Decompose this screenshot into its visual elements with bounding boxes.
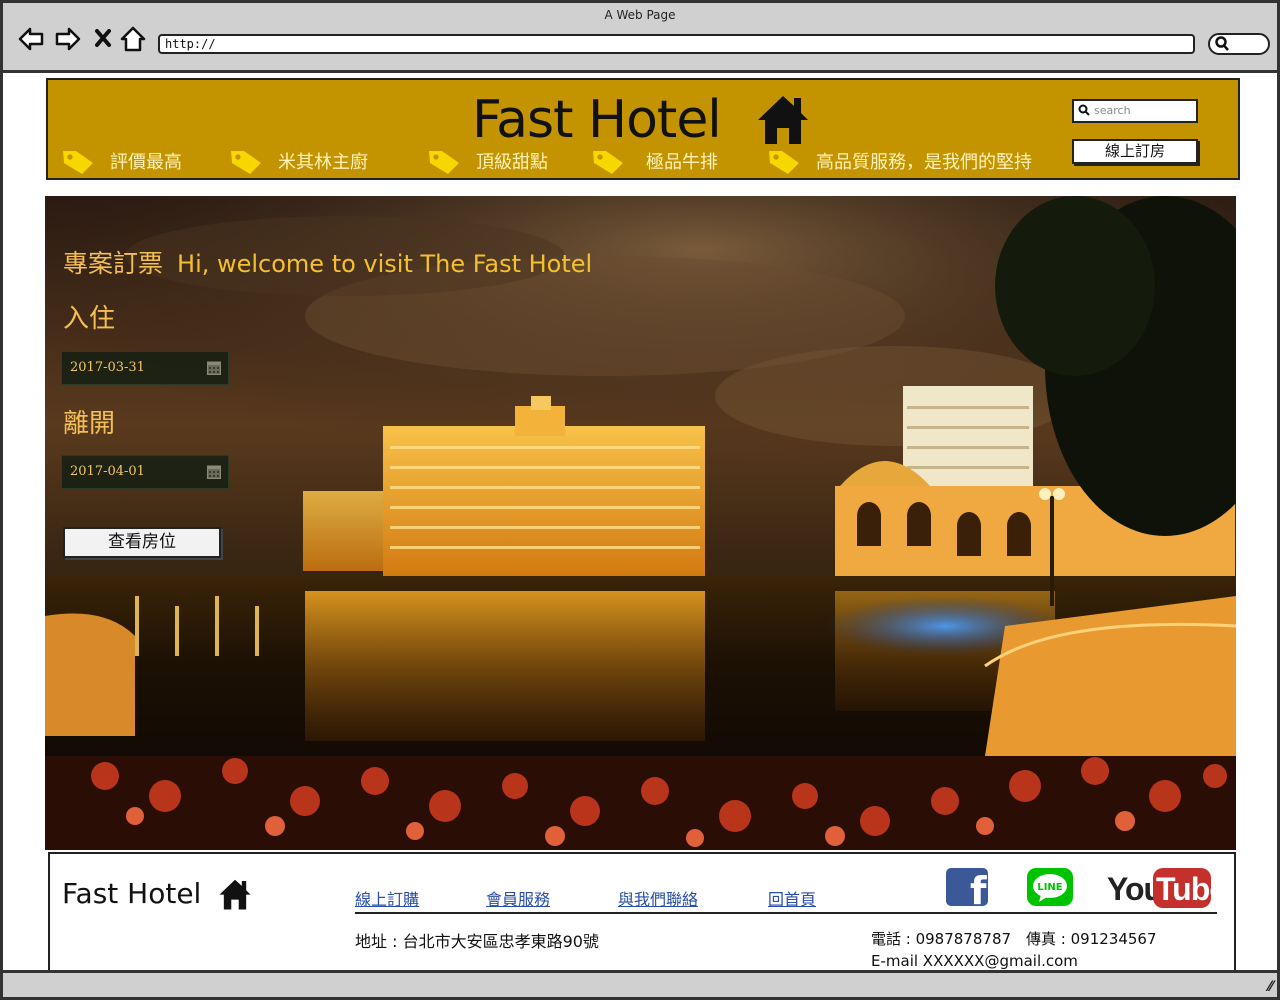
checkout-date-value: 2017-04-01	[70, 464, 145, 479]
address-bar[interactable]: http://	[158, 34, 1195, 54]
checkout-date-field[interactable]: 2017-04-01	[61, 455, 229, 489]
browser-window: A Web Page http:// Fast Hotel 評價最高 米其林主廚…	[0, 0, 1280, 1000]
footer-logo-text[interactable]: Fast Hotel	[62, 877, 201, 910]
youtube-tube-text: Tube	[1156, 871, 1211, 907]
nav-item-steak[interactable]: 極品牛排	[590, 146, 718, 176]
window-title: A Web Page	[604, 8, 676, 22]
nav-label: 極品牛排	[646, 152, 718, 173]
footer-email: E-mail XXXXXX@gmail.com	[871, 952, 1078, 970]
check-availability-button[interactable]: 查看房位	[63, 527, 221, 558]
browser-status-bar: ⁄⁄	[3, 970, 1277, 997]
nav-item-top-rated[interactable]: 評價最高	[60, 146, 182, 176]
browser-toolbar: A Web Page http://	[3, 3, 1277, 73]
footer-link-member-service[interactable]: 會員服務	[486, 886, 550, 910]
hero-heading: 專案訂票 Hi, welcome to visit The Fast Hotel	[63, 244, 592, 280]
line-icon[interactable]: LINE	[1027, 868, 1073, 910]
nav-label: 評價最高	[110, 152, 182, 173]
checkin-date-field[interactable]: 2017-03-31	[61, 351, 229, 385]
footer-phone-fax: 電話 : 0987878787 傳真 : 091234567	[871, 930, 1157, 948]
tag-icon	[769, 151, 799, 174]
hotel-night-photo	[45, 196, 1236, 850]
online-booking-button[interactable]: 線上訂房	[1072, 139, 1198, 164]
nav-label: 頂級甜點	[476, 152, 548, 173]
search-placeholder: search	[1094, 104, 1131, 117]
home-icon[interactable]	[119, 25, 147, 53]
tag-icon	[231, 151, 261, 174]
hero-heading-en: Hi, welcome to visit The Fast Hotel	[177, 250, 593, 278]
site-search-input[interactable]: search	[1072, 99, 1198, 123]
header-nav: 評價最高 米其林主廚 頂級甜點 極品牛排 高品質服務，是我們的堅持	[60, 146, 1070, 176]
search-icon	[1078, 104, 1090, 116]
nav-item-service[interactable]: 高品質服務，是我們的堅持	[766, 146, 1032, 176]
facebook-icon[interactable]: f	[946, 868, 988, 913]
resize-grip-icon[interactable]: ⁄⁄	[1268, 979, 1273, 995]
checkin-label: 入住	[63, 304, 116, 334]
footer-divider	[355, 912, 1217, 914]
facebook-glyph: f	[970, 869, 987, 906]
nav-item-michelin-chef[interactable]: 米其林主廚	[228, 146, 368, 176]
house-icon	[758, 96, 808, 144]
line-glyph: LINE	[1037, 882, 1062, 893]
youtube-icon[interactable]: You Tube	[1107, 868, 1227, 912]
site-footer: Fast Hotel 線上訂購 會員服務 與我們聯絡 回首頁 f LINE Yo…	[48, 852, 1236, 973]
nav-item-desserts[interactable]: 頂級甜點	[426, 146, 548, 176]
browser-search-field[interactable]	[1208, 33, 1270, 55]
footer-contact: 電話 : 0987878787 傳真 : 091234567 E-mail XX…	[871, 928, 1157, 972]
footer-address: 地址 : 台北市大安區忠孝東路90號	[355, 932, 599, 951]
footer-link-online-order[interactable]: 線上訂購	[355, 886, 419, 910]
checkin-date-value: 2017-03-31	[70, 360, 145, 375]
site-logo-text[interactable]: Fast Hotel	[472, 90, 722, 150]
footer-link-home[interactable]: 回首頁	[768, 886, 816, 910]
site-header: Fast Hotel 評價最高 米其林主廚 頂級甜點 極品牛排 高品質服務，是我…	[46, 78, 1240, 180]
nav-label: 高品質服務，是我們的堅持	[816, 152, 1032, 173]
calendar-icon[interactable]	[207, 464, 221, 479]
back-icon[interactable]	[17, 25, 45, 53]
house-icon	[219, 879, 251, 910]
hero-banner: 專案訂票 Hi, welcome to visit The Fast Hotel …	[45, 196, 1236, 850]
forward-icon[interactable]	[54, 25, 82, 53]
search-icon	[1215, 36, 1229, 56]
checkout-label: 離開	[63, 409, 116, 439]
tag-icon	[593, 151, 623, 174]
footer-link-contact-us[interactable]: 與我們聯絡	[618, 886, 698, 910]
hero-heading-zh: 專案訂票	[63, 249, 164, 278]
tag-icon	[63, 151, 93, 174]
nav-label: 米其林主廚	[278, 152, 368, 173]
tag-icon	[429, 151, 459, 174]
stop-icon[interactable]	[91, 25, 119, 53]
calendar-icon[interactable]	[207, 360, 221, 375]
